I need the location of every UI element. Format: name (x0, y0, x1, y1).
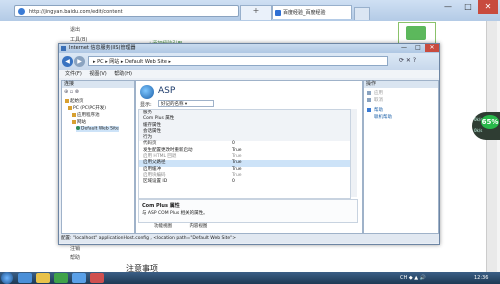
globe-icon (76, 126, 80, 130)
sidebar-link-tools[interactable]: 工具(B) (70, 36, 87, 43)
sidebar-link-help[interactable]: 帮助 (70, 254, 80, 261)
show-select-value: 好记的名称 (161, 102, 184, 107)
tab-features-view[interactable]: 功能视图 (154, 224, 172, 229)
show-label: 显示: (140, 102, 152, 108)
property-key: 区域设置 ID (143, 179, 168, 185)
app-taskbar-icon[interactable] (54, 273, 68, 283)
actions-pane: 操作 应用 取消 帮助 联机帮助 (363, 80, 439, 234)
folder-icon (72, 119, 76, 124)
action-help[interactable]: 帮助 (374, 107, 383, 113)
close-button[interactable]: ✕ (478, 0, 498, 14)
action-cancel[interactable]: 取消 (374, 97, 383, 103)
start-page-icon (65, 98, 69, 103)
grid-scrollbar[interactable] (350, 109, 357, 197)
action-apply[interactable]: 应用 (374, 90, 383, 96)
sidebar-link-logout[interactable]: 注销 (70, 245, 80, 252)
tree-label: 起始页 (70, 99, 84, 104)
tree-item-default-web-site[interactable]: Default Web Site (76, 126, 119, 132)
connections-header: 连接 (62, 81, 134, 88)
show-select[interactable]: 好记的名称 ▾ (158, 100, 214, 107)
menu-help[interactable]: 帮助(H) (114, 71, 132, 77)
action-online-help[interactable]: 联机帮助 (374, 114, 392, 120)
taskbar: CH ◆ ▲ 🔊 12:36 (0, 272, 500, 284)
browser-left-strip (0, 21, 14, 272)
apply-icon (367, 91, 371, 95)
tree-label: Default Web Site (81, 126, 119, 132)
start-button[interactable] (1, 272, 13, 284)
connections-pane: 连接 ⊕ ▫ ⊗ 起始页 PC (PC\PC开发) 应用程序池 网站 Defau… (61, 80, 135, 234)
new-tab-stub[interactable] (354, 7, 370, 20)
ie-taskbar-icon[interactable] (18, 273, 32, 283)
ad-image-icon (406, 26, 426, 40)
tree-label: PC (PC\PC开发) (73, 106, 107, 111)
net-percent-badge: 65% (481, 115, 499, 129)
cancel-icon (367, 98, 371, 102)
property-row[interactable]: 区域设置 ID 0 (139, 179, 350, 185)
iis-titlebar: Internet 信息服务(IIS)管理器 (59, 44, 439, 53)
explorer-taskbar-icon[interactable] (36, 273, 50, 283)
asp-globe-icon (140, 85, 154, 99)
clock[interactable]: 12:36 (474, 272, 488, 284)
tree-item-sites[interactable]: 网站 (72, 119, 86, 125)
forward-arrow-icon[interactable]: ▶ (74, 56, 85, 67)
tab-baidu-jingyan[interactable]: 百度经验_百度经验 (272, 5, 352, 19)
tab-content-view[interactable]: 内容视图 (189, 224, 207, 229)
address-text: http://jingyan.baidu.com/edit/content (29, 9, 123, 15)
iis-manager-window: Internet 信息服务(IIS)管理器 — □ ✕ ◀ ▶ ▸ PC ▸ 网… (58, 43, 440, 245)
description-body: 与 ASP COM Plus 相关的属性。 (142, 211, 208, 216)
iis-maximize-button[interactable]: □ (411, 44, 425, 52)
feature-pane: ASP 显示: 好记的名称 ▾ 服务 Com Plus 属性 缓存属性 会话属性 行为代… (135, 80, 363, 234)
sidebar-link-exit[interactable]: 退出 (70, 26, 80, 33)
iis-close-button[interactable]: ✕ (425, 44, 439, 52)
minimize-button[interactable]: — (438, 0, 458, 14)
page-scrollbar[interactable] (486, 21, 497, 272)
iis-breadcrumb[interactable]: ▸ PC ▸ 网站 ▸ Default Web Site ▸ (88, 56, 388, 66)
app-pool-icon (72, 112, 76, 117)
tree-item-app-pools[interactable]: 应用程序池 (72, 112, 100, 118)
view-tabs: 功能视图 内容视图 (138, 223, 356, 231)
iis-minimize-button[interactable]: — (397, 44, 411, 52)
system-tray[interactable]: CH ◆ ▲ 🔊 (400, 272, 426, 284)
server-icon (68, 105, 72, 110)
property-value: 0 (232, 179, 235, 185)
address-bar[interactable]: http://jingyan.baidu.com/edit/content (14, 5, 239, 17)
description-title: Com Plus 属性 (142, 203, 180, 209)
help-icon (367, 108, 371, 112)
maximize-button[interactable]: □ (458, 0, 478, 14)
back-arrow-icon[interactable]: ◀ (62, 56, 73, 67)
connections-toolbar[interactable]: ⊕ ▫ ⊗ (62, 88, 134, 96)
tree-label: 应用程序池 (77, 113, 100, 118)
tree-item-server[interactable]: PC (PC\PC开发) (68, 105, 106, 111)
feature-title: ASP (158, 86, 176, 96)
actions-header: 操作 (364, 81, 438, 88)
new-tab-button[interactable]: + (240, 5, 272, 20)
iis-title-text: Internet 信息服务(IIS)管理器 (69, 45, 136, 51)
iis-app-icon (61, 46, 66, 51)
iis-taskbar-icon[interactable] (72, 273, 86, 283)
iis-menu-bar: 文件(F) 视图(V) 帮助(H) (59, 70, 439, 78)
menu-file[interactable]: 文件(F) (65, 71, 82, 77)
description-box: Com Plus 属性 与 ASP COM Plus 相关的属性。 (138, 199, 358, 223)
tree-item-start[interactable]: 起始页 (65, 98, 84, 104)
refresh-icon[interactable]: ⟳ ✕ ? (399, 57, 416, 64)
baidu-favicon-icon (275, 10, 281, 16)
iis-status-bar: 配置: "localhost" applicationHost.config ,… (59, 234, 439, 243)
app2-taskbar-icon[interactable] (90, 273, 104, 283)
property-grid: 服务 Com Plus 属性 缓存属性 会话属性 行为 代码页 0 发生配置更改时重新启动 Tr… (138, 109, 351, 199)
iis-nav-bar: ◀ ▶ ▸ PC ▸ 网站 ▸ Default Web Site ▸ ⟳ ✕ ? (59, 53, 439, 70)
globe-icon (18, 8, 25, 15)
menu-view[interactable]: 视图(V) (89, 71, 106, 77)
download-speed: 0k/s (474, 128, 483, 133)
tree-label: 网站 (77, 120, 86, 125)
tab-title: 百度经验_百度经验 (283, 10, 326, 16)
